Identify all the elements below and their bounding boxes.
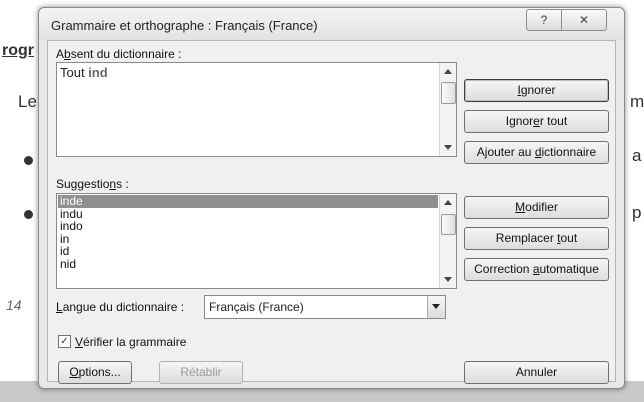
document-heading: rogr [2, 42, 34, 59]
bullet-icon [24, 210, 33, 219]
sentence-text: Tout ind [60, 65, 108, 80]
scroll-thumb[interactable] [441, 82, 456, 104]
scroll-down-icon[interactable] [444, 145, 452, 150]
suggestions-label: Suggestions : [56, 177, 129, 191]
dialog-title: Grammaire et orthographe : Français (Fra… [51, 18, 318, 33]
add-to-dictionary-button[interactable]: Ajouter au dictionnaire [464, 141, 609, 164]
undo-button[interactable]: Rétablir [159, 361, 243, 384]
options-button[interactable]: Options... [58, 361, 132, 384]
chevron-down-icon[interactable] [427, 296, 445, 318]
page-number: 14 [6, 297, 22, 313]
change-button[interactable]: Modifier [464, 196, 609, 219]
close-button[interactable]: ✕ [561, 9, 607, 31]
not-in-dictionary-label: Absent du dictionnaire : [56, 47, 182, 61]
scroll-down-icon[interactable] [444, 277, 452, 282]
selected-language: Français (France) [209, 300, 304, 314]
suggestion-item[interactable]: id [58, 245, 438, 258]
check-grammar-checkbox[interactable]: ✓ [58, 335, 71, 348]
scroll-up-icon[interactable] [444, 69, 452, 74]
suggestions-items: inde indu indo in id nid [58, 195, 438, 270]
document-paragraph-start: Le [18, 92, 37, 111]
document-fragment: a [632, 146, 642, 165]
suggestion-item[interactable]: indu [58, 207, 438, 221]
dialog-body: Absent du dictionnaire : Tout ind Ignore… [47, 40, 616, 384]
dictionary-language-label: Langue du dictionnaire : [56, 300, 185, 314]
suggestion-item[interactable]: nid [58, 257, 438, 271]
ignore-button[interactable]: Ignorer [464, 79, 609, 102]
suggestion-item[interactable]: in [58, 232, 438, 246]
not-in-dictionary-textbox[interactable]: Tout ind [56, 62, 457, 157]
dictionary-language-select[interactable]: Français (France) [204, 295, 446, 319]
ignore-all-button[interactable]: Ignorer tout [464, 110, 609, 133]
close-icon: ✕ [578, 13, 590, 27]
help-icon: ? [540, 13, 548, 27]
suggestions-scrollbar[interactable] [439, 194, 456, 288]
check-grammar-label: Vérifier la grammaire [75, 335, 187, 349]
help-button[interactable]: ? [526, 9, 562, 31]
autocorrect-button[interactable]: Correction automatique [464, 258, 609, 281]
bullet-icon [24, 156, 33, 165]
suggestions-list[interactable]: inde indu indo in id nid [56, 193, 457, 289]
dialog-titlebar: Grammaire et orthographe : Français (Fra… [39, 8, 624, 40]
textbox-scrollbar[interactable] [439, 63, 456, 156]
checkmark-icon: ✓ [60, 336, 69, 347]
cancel-button[interactable]: Annuler [464, 361, 609, 384]
suggestion-item[interactable]: inde [58, 195, 438, 208]
suggestion-item[interactable]: indo [58, 220, 438, 233]
scroll-thumb[interactable] [441, 214, 456, 235]
change-all-button[interactable]: Remplacer tout [464, 227, 609, 250]
spelling-grammar-dialog: Grammaire et orthographe : Français (Fra… [38, 7, 625, 389]
error-word: ind [88, 65, 108, 80]
document-fragment: p [632, 203, 642, 222]
document-fragment: m [630, 92, 644, 111]
scroll-up-icon[interactable] [444, 200, 452, 205]
